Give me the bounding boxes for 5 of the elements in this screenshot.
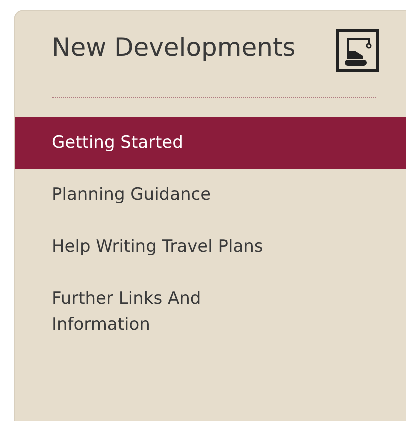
menu-item[interactable]: Planning Guidance [15,169,302,221]
crane-vehicle-icon [336,29,380,73]
panel-title: New Developments [52,32,297,64]
menu-item[interactable]: Further Links And Information [15,273,302,351]
menu-item[interactable]: Help Writing Travel Plans [15,221,302,273]
